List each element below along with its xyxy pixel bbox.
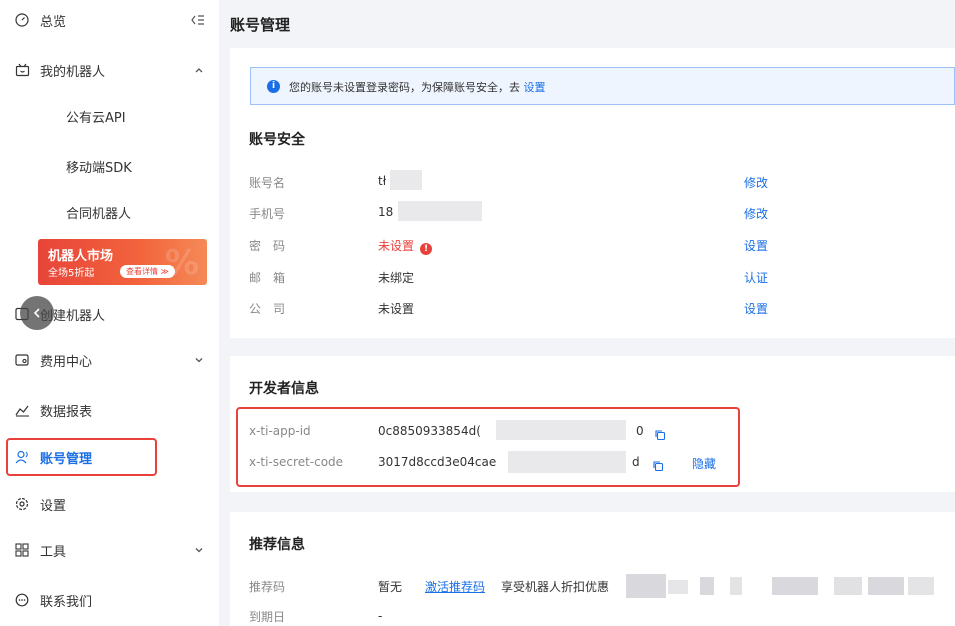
activate-referral-link[interactable]: 激活推荐码 [425,578,485,595]
promo-subtitle: 全场5折起 [48,268,95,279]
account-name-value: tł [378,174,387,188]
notice-set-password-link[interactable]: 设置 [524,81,546,94]
edit-phone-link[interactable]: 修改 [744,205,768,222]
security-section-title: 账号安全 [249,132,305,148]
chevron-down-icon[interactable] [192,543,206,557]
collapse-sidebar-icon[interactable] [190,12,206,28]
email-label: 邮 箱 [249,271,286,285]
password-status: 未设置! [378,237,433,255]
phone-value: 18 [378,205,394,219]
sidebar-subitem-mobile-sdk[interactable]: 移动端SDK [66,157,132,176]
warning-icon: ! [420,243,433,255]
info-icon: i [267,80,280,93]
notice-text: 您的账号未设置登录密码，为保障账号安全，去 [289,81,520,94]
developer-section-title: 开发者信息 [249,381,319,397]
redacted-mask [398,201,482,221]
sidebar-item-label: 总览 [40,14,67,30]
set-password-link[interactable]: 设置 [744,237,768,254]
set-company-link[interactable]: 设置 [744,300,768,317]
robot-market-banner[interactable]: % 机器人市场 全场5折起 查看详情 ≫ [38,239,207,285]
highlight-annotation [236,407,740,487]
sidebar: 总览 我的机器人 公有云API 移动端SDK 合同机器人 % 机器人市场 全场5… [0,0,219,626]
phone-label: 手机号 [249,207,286,221]
password-label: 密 码 [249,239,286,253]
floating-back-button[interactable] [20,296,54,330]
password-status-text: 未设置 [378,239,415,253]
chevron-up-icon[interactable] [192,63,206,77]
company-value: 未设置 [378,302,415,316]
sidebar-item-reports[interactable]: 数据报表 [0,390,219,430]
billing-icon [14,352,30,368]
sidebar-item-label: 联系我们 [40,594,93,610]
email-value: 未绑定 [378,271,415,285]
promo-title: 机器人市场 [48,249,114,264]
sidebar-item-tools[interactable]: 工具 [0,530,219,570]
sidebar-item-label: 我的机器人 [40,64,106,80]
chevron-left-icon [33,308,40,318]
robot-icon [14,62,30,78]
verify-email-link[interactable]: 认证 [744,269,768,286]
sidebar-item-label: 工具 [40,544,67,560]
sidebar-item-label: 数据报表 [40,404,93,420]
sidebar-subitem-contract-robot[interactable]: 合同机器人 [66,203,131,222]
sidebar-item-my-robots[interactable]: 我的机器人 [0,50,219,90]
sidebar-item-billing[interactable]: 费用中心 [0,340,219,380]
sidebar-subitem-public-api[interactable]: 公有云API [66,107,126,126]
expiry-value: - [378,609,383,623]
sidebar-item-overview[interactable]: 总览 [0,0,219,40]
password-notice-banner: i 您的账号未设置登录密码，为保障账号安全，去 设置 [250,67,955,105]
chevron-down-icon[interactable] [192,353,206,367]
referral-benefit-text: 享受机器人折扣优惠 [501,580,610,594]
page-title: 账号管理 [230,16,291,34]
gear-icon [14,496,30,512]
referral-code-value: 暂无 [378,580,403,594]
edit-account-name-link[interactable]: 修改 [744,174,768,191]
referral-section-title: 推荐信息 [249,537,305,553]
sidebar-item-label: 费用中心 [40,354,93,370]
account-name-label: 账号名 [249,176,286,190]
referral-code-label: 推荐码 [249,580,286,594]
dashboard-icon [14,12,30,28]
chat-icon [14,592,30,608]
expiry-label: 到期日 [249,610,286,624]
sidebar-item-settings[interactable]: 设置 [0,484,219,524]
redacted-mask [390,170,422,190]
chart-icon [14,402,30,418]
grid-icon [14,542,30,558]
referral-info-card [230,512,955,626]
sidebar-item-label: 设置 [40,498,67,514]
promo-details-button[interactable]: 查看详情 ≫ [120,265,175,278]
company-label: 公 司 [249,302,286,316]
highlight-annotation [6,438,157,476]
sidebar-item-contact[interactable]: 联系我们 [0,580,219,620]
